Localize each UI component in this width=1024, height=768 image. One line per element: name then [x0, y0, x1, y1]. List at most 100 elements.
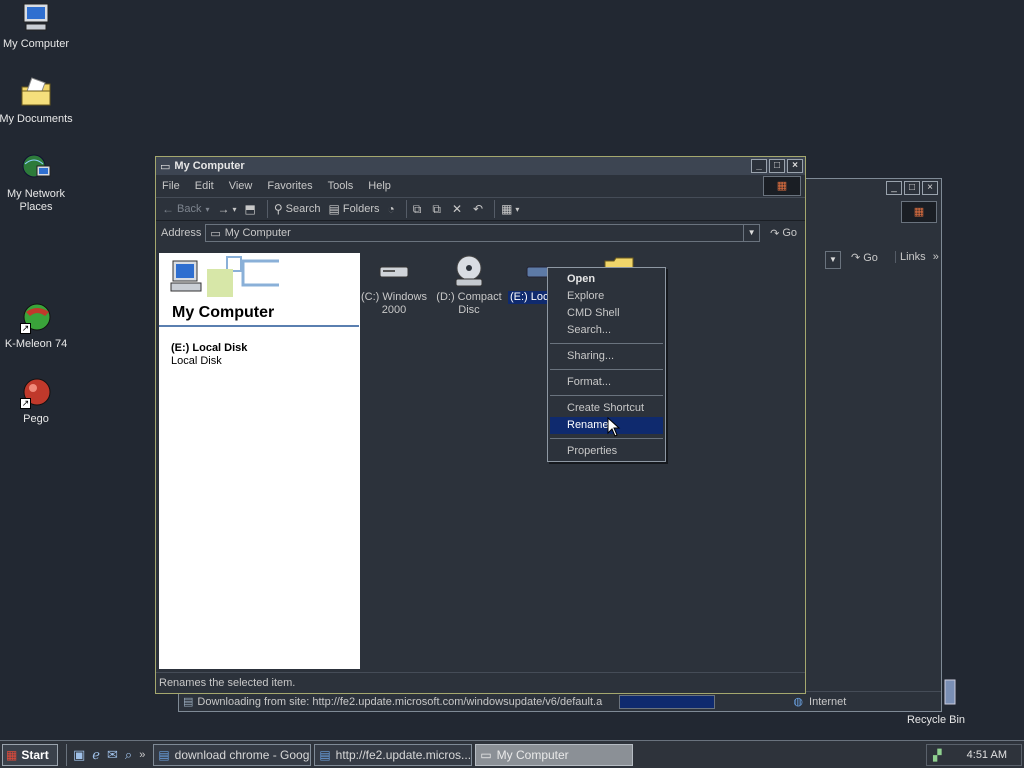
views-button[interactable]: ▦ ▾	[501, 202, 519, 216]
download-progress-bar	[619, 694, 716, 709]
up-folder-icon: ⬒	[244, 202, 256, 216]
desktop-icon-my-documents[interactable]: My Documents	[0, 77, 74, 126]
menu-edit[interactable]: Edit	[195, 180, 214, 192]
menu-bar: File Edit View Favorites Tools Help ▦	[156, 175, 805, 197]
desktop-icon-label: Recycle Bin	[906, 714, 966, 726]
views-icon: ▦	[501, 202, 513, 216]
close-button[interactable]: ×	[922, 181, 938, 195]
chevron-down-icon: ▾	[515, 204, 520, 214]
show-desktop-icon[interactable]: ▣	[73, 747, 85, 763]
desktop-icon-label: My Computer	[2, 38, 70, 50]
cd-drive-icon	[453, 255, 485, 287]
desktop-icon-label: Pego	[23, 413, 49, 425]
drive-e[interactable]: (E:) Loc	[508, 255, 548, 304]
drive-label-line2: Disc	[458, 304, 480, 316]
forward-button[interactable]: → ▾	[217, 202, 236, 216]
taskbar-button-windows-update[interactable]: ▤ http://fe2.update.micros...	[314, 743, 473, 766]
menu-view[interactable]: View	[229, 180, 253, 192]
links-label: Links	[900, 251, 926, 263]
maximize-button[interactable]: □	[904, 181, 920, 195]
copy-to-button[interactable]: ⧉	[432, 202, 444, 217]
ie-page-icon: ▤	[158, 747, 170, 762]
title-bar[interactable]: ▭ My Computer _ □ ×	[156, 157, 805, 175]
menu-item-open[interactable]: Open	[550, 271, 663, 288]
internet-explorer-icon[interactable]: ℯ	[92, 747, 100, 763]
desktop-icon-label: My Network Places	[6, 188, 66, 213]
drive-d[interactable]: (D:) Compact Disc	[434, 255, 504, 317]
menu-item-format[interactable]: Format...	[550, 374, 663, 391]
close-button[interactable]: ×	[787, 159, 803, 173]
start-label: Start	[21, 747, 49, 762]
minimize-button[interactable]: _	[886, 181, 902, 195]
hard-drive-icon	[379, 255, 409, 278]
outlook-express-icon[interactable]: ✉	[107, 747, 118, 763]
pego-icon: ↗	[20, 377, 52, 409]
undo-icon: ↶	[473, 202, 484, 216]
task-label: http://fe2.update.micros...	[335, 747, 472, 762]
move-to-button[interactable]: ⧉	[413, 202, 425, 217]
search-icon: ⚲	[273, 202, 283, 216]
links-button[interactable]: Links »	[895, 251, 939, 263]
toolbar-separator	[405, 200, 407, 218]
menu-help[interactable]: Help	[368, 180, 391, 192]
internet-zone-icon: ◍	[793, 696, 804, 708]
menu-item-create-shortcut[interactable]: Create Shortcut	[550, 400, 663, 417]
selected-item-type: Local Disk	[171, 355, 222, 367]
address-input[interactable]: ▭ My Computer ▼	[205, 224, 761, 242]
back-button[interactable]: ← Back ▾	[162, 202, 209, 216]
menu-item-properties[interactable]: Properties	[550, 443, 663, 460]
desktop-icon-my-network-places[interactable]: My Network Places	[0, 152, 74, 214]
folders-icon: ▤	[328, 202, 340, 216]
menu-favorites[interactable]: Favorites	[267, 180, 312, 192]
menu-item-explore[interactable]: Explore	[550, 288, 663, 305]
go-button[interactable]: ↷ Go	[770, 227, 797, 240]
page-icon: ▤	[183, 696, 194, 708]
go-button[interactable]: ↷ Go	[851, 251, 878, 265]
status-bar: Renames the selected item.	[156, 672, 805, 692]
forward-arrow-icon: →	[217, 202, 230, 216]
go-label: Go	[863, 251, 878, 264]
windows-explorer-icon[interactable]: ⌕	[125, 747, 132, 763]
desktop-icon-my-computer[interactable]: My Computer	[0, 2, 74, 51]
history-button[interactable]: ◔	[388, 202, 398, 216]
shortcut-arrow-icon: ↗	[20, 398, 31, 409]
start-button[interactable]: ▦ Start	[2, 743, 58, 766]
undo-button[interactable]: ↶	[473, 202, 486, 216]
chevron-right-icon[interactable]: »	[139, 749, 145, 761]
taskbar-button-chrome-search[interactable]: ▤ download chrome - Googl...	[153, 743, 312, 766]
clock[interactable]: 4:51 AM	[967, 749, 1007, 761]
drive-c[interactable]: (C:) Windows 2000	[359, 255, 429, 317]
computer-banner-icon	[167, 255, 285, 304]
network-icon	[20, 152, 52, 184]
desktop-icon-label: K-Meleon 74	[4, 338, 68, 350]
toolbar: ← Back ▾ → ▾ ⬒ ⚲ Search ▤ Folders ◔ ⧉ ⧉ …	[156, 197, 805, 221]
menu-item-cmd-shell[interactable]: CMD Shell	[550, 305, 663, 322]
menu-file[interactable]: File	[162, 180, 180, 192]
task-label: My Computer	[496, 747, 569, 762]
chevron-down-icon[interactable]: ▼	[743, 225, 759, 241]
address-dropdown-arrow[interactable]: ▼	[825, 251, 841, 269]
internet-zone-label: Internet	[809, 695, 847, 708]
menu-separator	[550, 395, 663, 396]
maximize-button[interactable]: □	[769, 159, 785, 173]
desktop-icon-pego[interactable]: ↗ Pego	[0, 377, 74, 426]
minimize-button[interactable]: _	[751, 159, 767, 173]
menu-tools[interactable]: Tools	[328, 180, 354, 192]
folders-button[interactable]: ▤ Folders	[329, 202, 380, 216]
taskbar-button-my-computer[interactable]: ▭ My Computer	[475, 743, 634, 766]
up-folder-button[interactable]: ⬒	[245, 202, 259, 216]
my-computer-window[interactable]: ▭ My Computer _ □ × File Edit View Favor…	[155, 156, 806, 694]
delete-button[interactable]: ✕	[452, 202, 465, 216]
status-text: Renames the selected item.	[159, 676, 296, 689]
network-tray-icon[interactable]: ▞	[933, 749, 941, 762]
chevron-down-icon: ▾	[205, 204, 210, 214]
window-computer-icon: ▭	[160, 160, 171, 173]
go-arrow-icon: ↷	[851, 252, 861, 264]
menu-item-sharing[interactable]: Sharing...	[550, 348, 663, 365]
menu-item-search[interactable]: Search...	[550, 322, 663, 339]
search-button[interactable]: ⚲ Search	[274, 202, 321, 216]
desktop-icon-k-meleon[interactable]: ↗ K-Meleon 74	[0, 302, 74, 351]
chevron-down-icon: ▾	[232, 204, 237, 214]
selected-item-name: (E:) Local Disk	[171, 342, 248, 354]
download-status-text: Downloading from site: http://fe2.update…	[197, 695, 603, 708]
